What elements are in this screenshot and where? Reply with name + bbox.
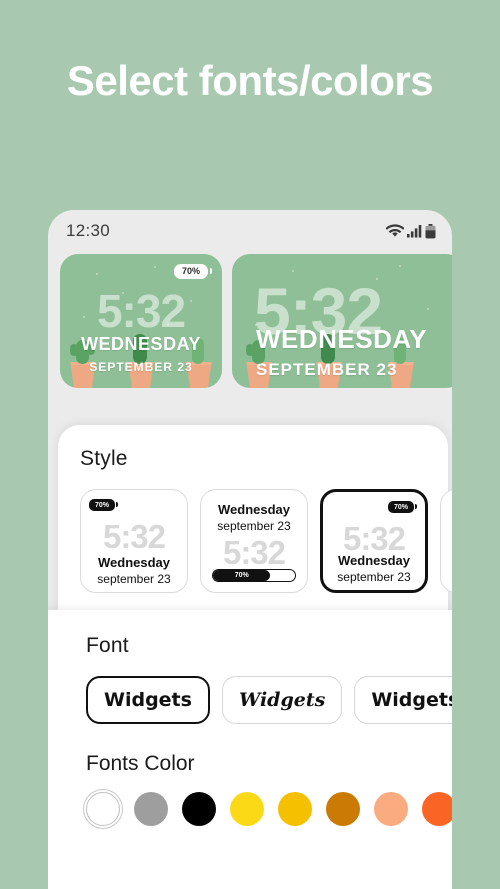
status-bar: 12:30 (48, 210, 452, 252)
color-swatch-white-selected[interactable] (86, 792, 120, 826)
color-swatch-gray[interactable] (134, 792, 168, 826)
style-battery-badge: 70% (387, 501, 418, 513)
widget-day: WEDNESDAY (81, 334, 201, 354)
widget-preview-small[interactable]: 70% 5:32 WEDNESDAY SEPTEMBER 23 (60, 254, 222, 388)
style-day: Wednesday (337, 553, 410, 568)
battery-icon (425, 223, 436, 238)
widget-preview-row: 70% 5:32 WEDNESDAY SEPTEMBER 23 5:32 WED… (48, 254, 452, 388)
status-time: 12:30 (66, 221, 111, 240)
font-section-title: Font (86, 634, 129, 657)
style-card-selected[interactable]: 70% 5:32 Wednesday september 23 (320, 489, 428, 593)
style-date: september 23 (217, 519, 291, 533)
style-clock: 5:32 (342, 520, 406, 557)
fonts-color-section-title: Fonts Color (86, 752, 195, 775)
style-clock: 5:32 (102, 518, 166, 555)
style-date: september 23 (97, 572, 171, 586)
style-clock: 5:32 (222, 534, 286, 571)
font-panel: Font Widgets Widgets Widgets WIDGETS Fon… (48, 610, 452, 889)
color-swatch-orange[interactable] (422, 792, 452, 826)
style-day: Wednesday (97, 555, 170, 570)
style-section-title: Style (80, 447, 128, 470)
style-card[interactable]: Wednesday september 23 5:32 70% (200, 489, 308, 593)
widget-date: SEPTEMBER 23 (89, 360, 193, 374)
style-clock: 5:32 (441, 536, 452, 569)
style-date: september 23 (337, 570, 411, 584)
font-chip-selected[interactable]: Widgets (86, 676, 210, 724)
color-swatch-yellow[interactable] (230, 792, 264, 826)
font-chip[interactable]: Widgets (221, 676, 343, 724)
style-card[interactable]: Wednesday september 23 5:32 (440, 489, 452, 593)
widget-day: WEDNESDAY (256, 324, 428, 354)
color-swatch-amber[interactable] (278, 792, 312, 826)
widget-preview-large[interactable]: 5:32 WEDNESDAY SEPTEMBER 23 (232, 254, 452, 388)
signal-icon (407, 225, 422, 238)
phone-mockup: 12:30 70% 5:32 WEDNESDAY SEPTEMBER 23 5:… (48, 210, 452, 889)
wifi-icon (386, 224, 404, 237)
style-battery-bar-fill: 70% (213, 570, 271, 581)
style-day: Wednesday (441, 502, 452, 517)
font-chip-row[interactable]: Widgets Widgets Widgets WIDGETS (48, 658, 452, 724)
style-day: Wednesday (217, 502, 290, 517)
color-swatch-black[interactable] (182, 792, 216, 826)
fonts-color-swatch-row[interactable] (48, 776, 452, 826)
font-chip[interactable]: Widgets (354, 676, 452, 724)
widget-date: SEPTEMBER 23 (256, 360, 398, 379)
style-card[interactable]: 70% 5:32 Wednesday september 23 (80, 489, 188, 593)
style-date: september 23 (441, 519, 452, 533)
style-card-row[interactable]: 70% 5:32 Wednesday september 23 Wednesda… (58, 471, 452, 593)
widget-battery-badge: 70% (173, 264, 213, 279)
color-swatch-light-salmon[interactable] (374, 792, 408, 826)
page-title: Select fonts/colors (66, 57, 434, 104)
color-swatch-dark-orange[interactable] (326, 792, 360, 826)
style-battery-badge: 70% (89, 499, 119, 511)
style-battery-bar: 70% (212, 569, 296, 582)
status-icons (386, 223, 436, 239)
